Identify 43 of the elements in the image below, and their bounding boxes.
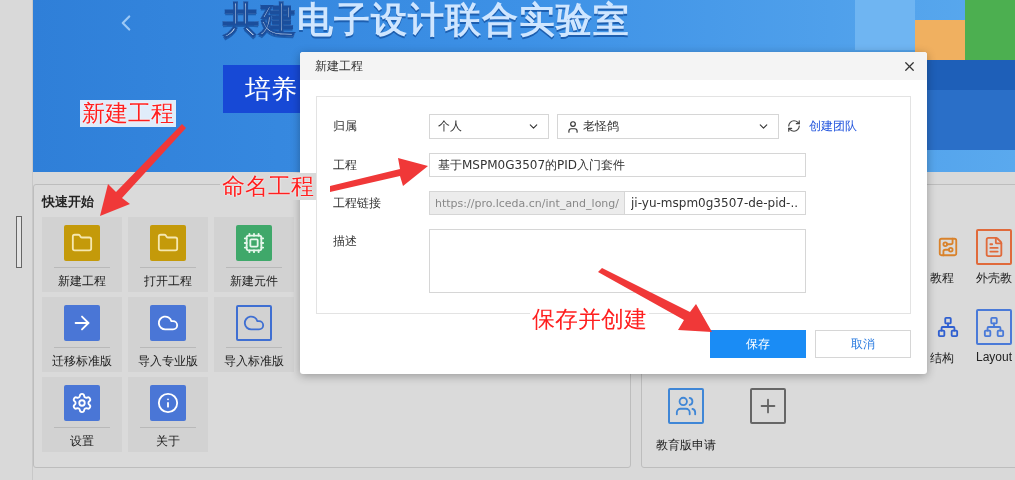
project-link-field[interactable]: https://pro.lceda.cn/int_and_long/ ji-yu-mspm0g3507-de-pid-... (429, 191, 806, 215)
annotation-text: 命名工程 (220, 173, 316, 201)
field-label: 归属 (333, 118, 357, 135)
quick-start-tile[interactable]: 打开工程 (128, 217, 208, 292)
field-label: 工程 (333, 157, 357, 174)
cancel-button[interactable]: 取消 (815, 330, 911, 358)
quick-start-tile[interactable]: 迁移标准版 (42, 297, 122, 372)
url-prefix: https://pro.lceda.cn/int_and_long/ (430, 192, 626, 214)
splitter-handle[interactable] (16, 216, 22, 268)
plus-icon (750, 388, 786, 424)
owner-select[interactable]: 个人 (429, 114, 549, 139)
tutorial-tile[interactable]: 教程 (930, 223, 974, 298)
quick-start-tile[interactable]: 关于 (128, 377, 208, 452)
quick-start-tile[interactable]: 导入专业版 (128, 297, 208, 372)
tutorial-tile[interactable]: 结构 (930, 303, 974, 378)
chip-icon (236, 225, 272, 261)
panel-title: 快速开始 (42, 193, 94, 211)
tutorial-tile[interactable]: Layout (976, 303, 1015, 378)
account-select[interactable]: 老怪鸽 (557, 114, 779, 139)
field-label: 工程链接 (333, 195, 381, 212)
folder-icon (150, 225, 186, 261)
banner-title: 共建电子设计联合实验室 (223, 0, 631, 42)
network-icon (976, 309, 1012, 345)
refresh-icon[interactable] (787, 119, 801, 133)
project-name-input[interactable]: 基于MSPM0G3507的PID入门套件 (429, 153, 806, 177)
quick-start-tile[interactable]: 导入标准版 (214, 297, 294, 372)
description-input[interactable] (429, 229, 806, 293)
cloud-icon (236, 305, 272, 341)
user-icon (566, 119, 580, 134)
people-icon (668, 388, 704, 424)
annotation-text: 新建工程 (80, 100, 176, 128)
field-label: 描述 (333, 233, 357, 250)
tutorial-tile[interactable]: 外壳教 (976, 223, 1015, 298)
quick-start-tile[interactable]: 设置 (42, 377, 122, 452)
quick-start-tile[interactable]: 新建元件 (214, 217, 294, 292)
document-icon (976, 229, 1012, 265)
folder-icon (64, 225, 100, 261)
cloud-icon (150, 305, 186, 341)
settings-icon (64, 385, 100, 421)
tile-label[interactable]: 教育版申请 (656, 437, 716, 454)
info-icon (150, 385, 186, 421)
create-team-link[interactable]: 创建团队 (809, 114, 857, 139)
quick-start-tile[interactable]: 新建工程 (42, 217, 122, 292)
